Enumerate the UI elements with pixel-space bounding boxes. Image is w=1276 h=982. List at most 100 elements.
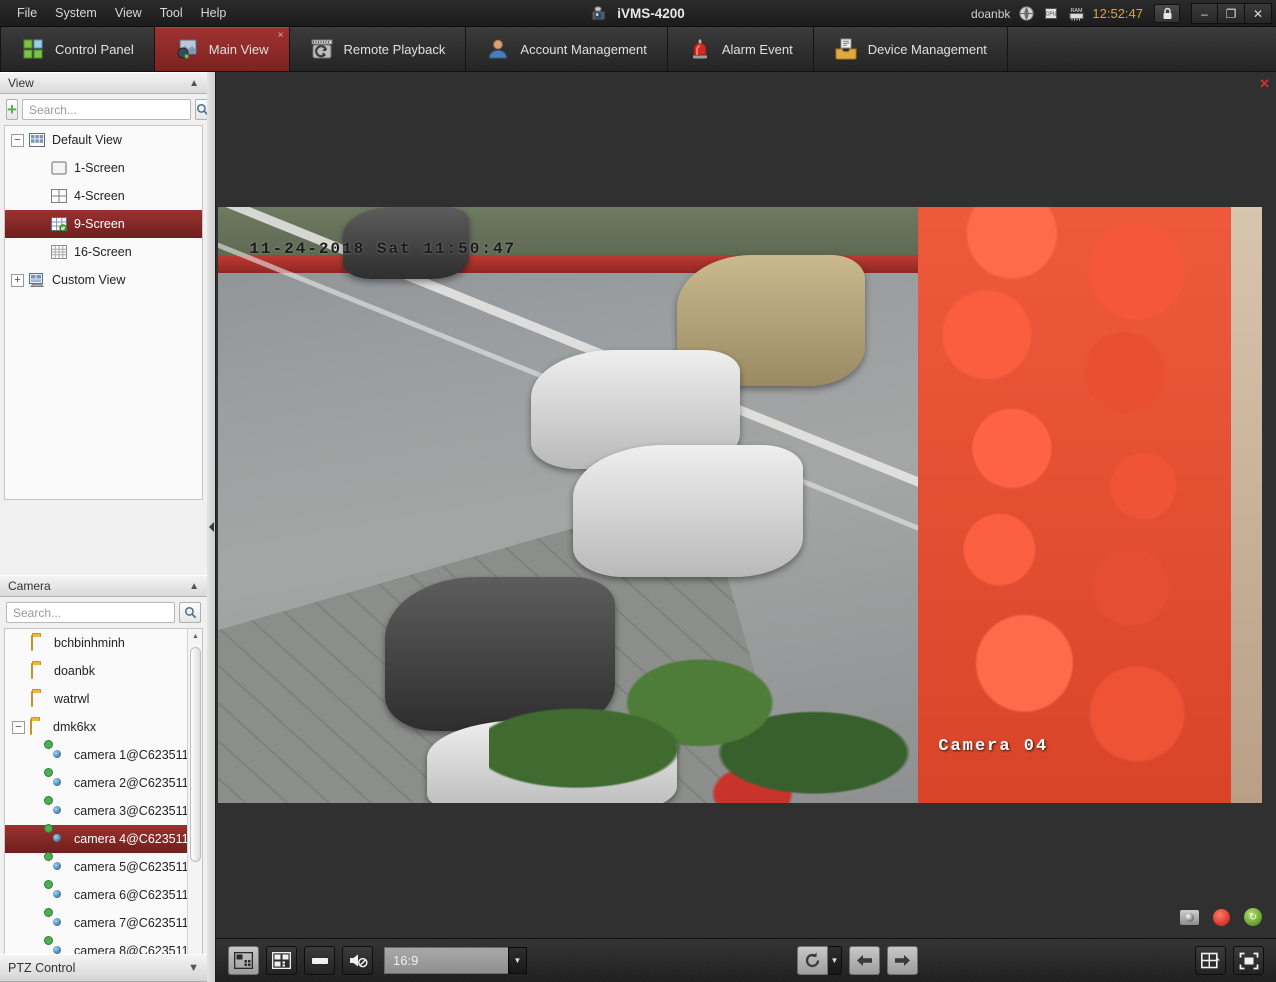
video-timestamp-overlay: 11-24-2018 Sat 11:50:47: [249, 239, 517, 258]
previous-page-button[interactable]: [849, 946, 880, 975]
tree-item-dmk6kx[interactable]: − dmk6kx: [5, 713, 202, 741]
lock-icon[interactable]: [1154, 4, 1180, 23]
restore-button[interactable]: ❐: [1218, 3, 1245, 24]
bottom-toolbar: 16:9 ▼ ▼: [216, 938, 1276, 982]
expander-icon[interactable]: −: [12, 720, 25, 734]
tree-item-label: camera 4@C623511...: [74, 832, 200, 846]
chevron-up-icon[interactable]: ▲: [189, 78, 199, 89]
camera-panel-header[interactable]: Camera ▲: [0, 575, 207, 597]
tree-item-camera-5[interactable]: camera 5@C623511...: [5, 853, 202, 881]
mute-button[interactable]: [342, 946, 373, 975]
refresh-button[interactable]: [797, 946, 828, 975]
add-view-button[interactable]: +: [6, 99, 18, 120]
account-management-icon: [486, 37, 510, 61]
refresh-dropdown-arrow[interactable]: ▼: [828, 946, 842, 975]
snapshot-icon[interactable]: [1180, 909, 1199, 925]
ram-icon[interactable]: RAM: [1067, 6, 1085, 22]
record-icon[interactable]: [1213, 908, 1230, 926]
tree-item-camera-7[interactable]: camera 7@C623511...: [5, 909, 202, 937]
view-tree[interactable]: − Default View 1-Screen 4-Screen 9-Scree…: [4, 125, 203, 500]
menu-tool[interactable]: Tool: [151, 2, 192, 24]
svg-text:CPU: CPU: [1046, 12, 1057, 18]
view-panel-header[interactable]: View ▲: [0, 72, 207, 94]
close-button[interactable]: ✕: [1245, 3, 1272, 24]
tab-alarm-event[interactable]: Alarm Event: [668, 27, 814, 71]
stop-all-button[interactable]: [304, 946, 335, 975]
expander-icon[interactable]: +: [11, 273, 24, 287]
window-division-button[interactable]: [1195, 946, 1226, 975]
tree-item-camera-3[interactable]: camera 3@C623511...: [5, 797, 202, 825]
scroll-up-icon[interactable]: ▲: [188, 629, 202, 644]
tree-item-watrwl[interactable]: watrwl: [5, 685, 202, 713]
aspect-ratio-select[interactable]: 16:9 ▼: [384, 947, 527, 974]
tree-item-camera-4[interactable]: camera 4@C623511...: [5, 825, 202, 853]
toolbar-center-group: ▼: [797, 946, 925, 975]
tree-item-label: camera 6@C623511...: [74, 888, 200, 902]
tree-item-label: 1-Screen: [74, 161, 125, 175]
tree-item-camera-1[interactable]: camera 1@C623511...: [5, 741, 202, 769]
tree-item-camera-6[interactable]: camera 6@C623511...: [5, 881, 202, 909]
minimize-button[interactable]: –: [1191, 3, 1218, 24]
chevron-down-icon[interactable]: ▼: [508, 947, 527, 974]
cpu-icon[interactable]: CPU: [1042, 6, 1060, 22]
ptz-control-header[interactable]: PTZ Control ▼: [0, 954, 207, 982]
next-page-button[interactable]: [887, 946, 918, 975]
left-sidebar: View ▲ + −: [0, 72, 210, 982]
video-flower-display: [489, 612, 928, 803]
camera-tree-scrollbar[interactable]: ▲ ▼: [187, 629, 202, 982]
menu-view[interactable]: View: [106, 2, 151, 24]
network-globe-icon[interactable]: [1017, 6, 1035, 22]
tab-account-management[interactable]: Account Management: [466, 27, 668, 71]
tree-item-4-screen[interactable]: 4-Screen: [5, 182, 202, 210]
video-balloon-arch: [917, 207, 1231, 803]
tree-item-default-view[interactable]: − Default View: [5, 126, 202, 154]
camera-icon: [51, 776, 68, 791]
chevron-up-icon[interactable]: ▲: [189, 581, 199, 592]
chevron-down-icon[interactable]: ▼: [188, 962, 199, 974]
video-status-icons: ↻: [1180, 908, 1262, 926]
triangle-left-icon[interactable]: [208, 522, 214, 532]
tree-item-label: camera 5@C623511...: [74, 860, 200, 874]
scrollbar-thumb[interactable]: [190, 647, 201, 862]
tab-close-icon[interactable]: ×: [278, 30, 284, 41]
tree-item-9-screen[interactable]: 9-Screen: [5, 210, 202, 238]
folder-icon: [31, 634, 48, 651]
tab-control-panel[interactable]: Control Panel: [0, 27, 155, 71]
tree-item-1-screen[interactable]: 1-Screen: [5, 154, 202, 182]
folder-icon: [31, 662, 48, 679]
view-panel-title: View: [8, 76, 34, 90]
video-scooter: [572, 445, 803, 577]
tree-item-camera-2[interactable]: camera 2@C623511...: [5, 769, 202, 797]
tab-remote-playback[interactable]: Remote Playback: [290, 27, 467, 71]
control-panel-icon: [21, 37, 45, 61]
menu-system[interactable]: System: [46, 2, 106, 24]
menu-file[interactable]: File: [8, 2, 46, 24]
fullscreen-button[interactable]: [1233, 946, 1264, 975]
layout-custom-button[interactable]: [266, 946, 297, 975]
camera-search-input[interactable]: [6, 602, 175, 623]
camera-tree[interactable]: bchbinhminh doanbk watrwl − dmk6kx camer…: [4, 628, 203, 982]
playback-icon[interactable]: ↻: [1244, 908, 1262, 926]
video-window[interactable]: 11-24-2018 Sat 11:50:47 Camera 04: [218, 207, 1262, 803]
aspect-ratio-value[interactable]: 16:9: [384, 947, 508, 974]
tab-device-management[interactable]: Device Management: [814, 27, 1008, 71]
stage-close-icon[interactable]: ✕: [1259, 76, 1270, 92]
tree-item-label: 4-Screen: [74, 189, 125, 203]
camera-panel-title: Camera: [8, 579, 51, 593]
screen-16-icon: [51, 244, 68, 260]
camera-search-button[interactable]: [179, 602, 201, 623]
tree-item-bchbinhminh[interactable]: bchbinhminh: [5, 629, 202, 657]
tree-item-16-screen[interactable]: 16-Screen: [5, 238, 202, 266]
layout-preview-button[interactable]: [228, 946, 259, 975]
panel-splitter[interactable]: [207, 72, 216, 982]
tree-item-doanbk[interactable]: doanbk: [5, 657, 202, 685]
menu-help[interactable]: Help: [192, 2, 236, 24]
tree-item-label: 9-Screen: [74, 217, 125, 231]
video-stage: ✕ 11-24-2018 Sat 11:50:47 Camera 04 ↻: [216, 72, 1276, 938]
camera-icon: [51, 748, 68, 763]
video-camera-name-overlay: Camera 04: [938, 737, 1049, 757]
view-search-input[interactable]: [21, 99, 191, 120]
tree-item-custom-view[interactable]: + Custom View: [5, 266, 202, 294]
tab-main-view[interactable]: Main View ×: [154, 27, 290, 71]
expander-icon[interactable]: −: [11, 133, 24, 147]
